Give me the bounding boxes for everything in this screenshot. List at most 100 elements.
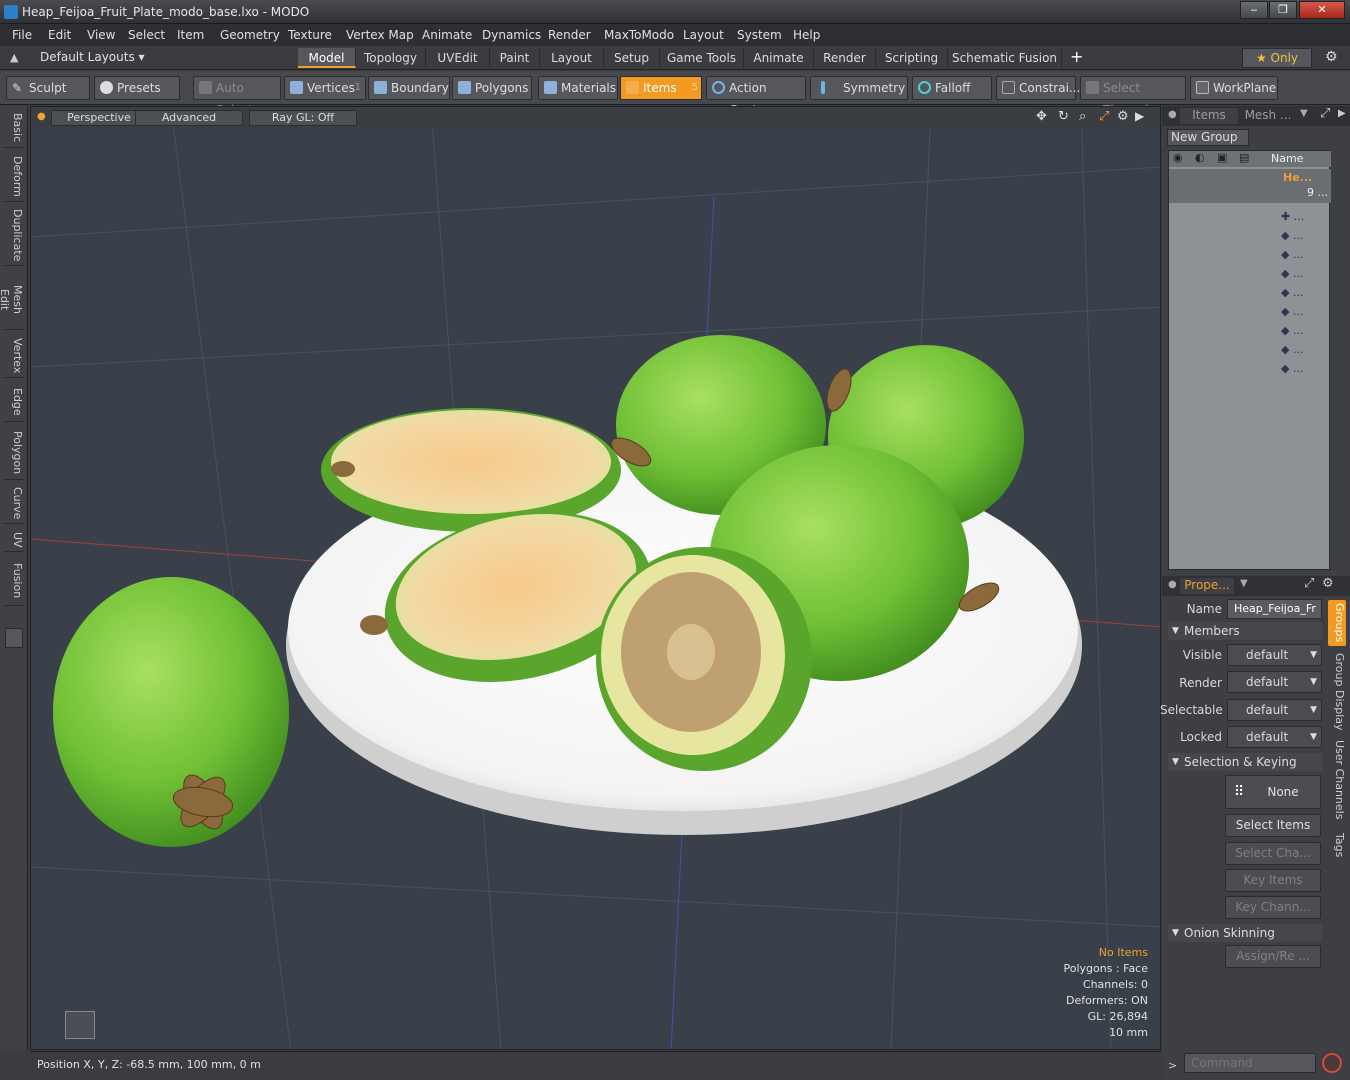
maximize-button[interactable]: ❐ [1269, 1, 1297, 19]
only-button[interactable]: ★ Only [1242, 48, 1312, 68]
menu-vertex-map[interactable]: Vertex Map [346, 28, 414, 42]
panel-arrow-icon[interactable]: ▶ [1338, 108, 1346, 119]
menu-texture[interactable]: Texture [288, 28, 332, 42]
menu-view[interactable]: View [87, 28, 115, 42]
tab-scripting[interactable]: Scripting [876, 48, 948, 68]
3d-viewport[interactable]: ● Perspective Advanced Ray GL: Off ✥ ↻ ⌕… [30, 106, 1161, 1050]
tab-render[interactable]: Render [814, 48, 876, 68]
tab-tags[interactable]: Tags [1328, 828, 1346, 862]
menu-geometry[interactable]: Geometry [220, 28, 280, 42]
tab-paint[interactable]: Paint [490, 48, 540, 68]
properties-gear-icon[interactable]: ⚙ [1322, 576, 1334, 591]
members-section[interactable]: ▼ Members [1168, 622, 1322, 640]
vertices-button[interactable]: Vertices 1 [284, 76, 366, 100]
record-icon[interactable] [1322, 1053, 1342, 1073]
tab-fusion[interactable]: Fusion [4, 556, 24, 606]
tab-groups[interactable]: Groups [1328, 600, 1346, 646]
perspective-dropdown[interactable]: Perspective [51, 110, 147, 126]
list-item[interactable]: ◆ ... [1281, 321, 1304, 340]
tab-items[interactable]: Items [1180, 108, 1238, 124]
tab-edge[interactable]: Edge [4, 382, 24, 422]
render-dropdown[interactable]: default ▼ [1227, 671, 1322, 693]
onion-skinning-section[interactable]: ▼ Onion Skinning [1168, 924, 1322, 942]
materials-button[interactable]: Materials [538, 76, 618, 100]
menu-system[interactable]: System [737, 28, 782, 42]
items-list[interactable]: ◉ ◐ ▣ ▤ Name He... 9 ... ✚ ... ◆ ... ◆ .… [1168, 150, 1331, 570]
tab-duplicate[interactable]: Duplicate [4, 206, 24, 266]
tab-vertex[interactable]: Vertex [4, 334, 24, 378]
menu-select[interactable]: Select [128, 28, 165, 42]
list-item[interactable]: ◆ ... [1281, 340, 1304, 359]
tab-layout[interactable]: Layout [540, 48, 604, 68]
key-channels-button[interactable]: Key Chann... [1225, 896, 1321, 919]
tab-basic[interactable]: Basic [4, 108, 24, 148]
sculpt-button[interactable]: ✎ Sculpt [6, 76, 90, 100]
menu-file[interactable]: File [12, 28, 32, 42]
advanced-dropdown[interactable]: Advanced [135, 110, 243, 126]
menu-layout[interactable]: Layout [683, 28, 724, 42]
new-group-button[interactable]: New Group [1167, 129, 1249, 146]
tab-properties[interactable]: Prope... [1180, 578, 1234, 594]
minimize-button[interactable]: ‒ [1240, 1, 1268, 19]
select-items-button[interactable]: Select Items [1225, 814, 1321, 837]
tab-model[interactable]: Model [298, 48, 356, 68]
menu-animate[interactable]: Animate [422, 28, 472, 42]
tab-mesh-edit[interactable]: Mesh Edit [0, 270, 24, 330]
menu-render[interactable]: Render [548, 28, 591, 42]
raygl-toggle[interactable]: Ray GL: Off [249, 110, 357, 126]
select-through-button[interactable]: Select Through [1080, 76, 1186, 117]
group-row[interactable]: He... 9 ... [1169, 169, 1331, 203]
command-input[interactable] [1184, 1053, 1316, 1073]
menu-maxtomodo[interactable]: MaxToModo [604, 28, 674, 42]
expand-panel-button[interactable] [5, 628, 23, 648]
tab-deform[interactable]: Deform [4, 152, 24, 202]
workplane-button[interactable]: WorkPlane [1190, 76, 1278, 100]
selectable-dropdown[interactable]: default ▼ [1227, 699, 1322, 721]
list-item[interactable]: ◆ ... [1281, 245, 1304, 264]
move-view-icon[interactable]: ✥ [1036, 109, 1047, 124]
zoom-view-icon[interactable]: ⌕ [1079, 109, 1086, 124]
auto-select-button[interactable]: Auto Select [193, 76, 281, 117]
symmetry-button[interactable]: Symmetry [810, 76, 908, 100]
tab-game-tools[interactable]: Game Tools [660, 48, 744, 68]
list-item[interactable]: ◆ ... [1281, 283, 1304, 302]
menu-help[interactable]: Help [793, 28, 820, 42]
tab-uv[interactable]: UV [4, 528, 24, 552]
list-item[interactable]: ◆ ... [1281, 359, 1304, 378]
locked-dropdown[interactable]: default ▼ [1227, 726, 1322, 748]
list-item[interactable]: ◆ ... [1281, 226, 1304, 245]
maximize-view-icon[interactable]: ⤢ [1099, 109, 1109, 124]
add-layout-button[interactable]: + [1070, 47, 1083, 66]
gear-icon[interactable]: ⚙ [1325, 49, 1338, 65]
default-layouts-dropdown[interactable]: Default Layouts ▾ [40, 50, 145, 64]
menu-item[interactable]: Item [177, 28, 204, 42]
expand-icon[interactable]: ⤢ [1320, 106, 1330, 121]
select-channels-button[interactable]: Select Cha... [1225, 842, 1321, 865]
constraints-button[interactable]: Constrai... [996, 76, 1080, 100]
tab-animate[interactable]: Animate [744, 48, 814, 68]
none-button[interactable]: ⠿ None [1225, 775, 1321, 809]
close-button[interactable]: ✕ [1299, 1, 1345, 19]
list-item[interactable]: ✚ ... [1281, 207, 1304, 226]
tab-group-display[interactable]: Group Display [1328, 652, 1346, 732]
name-field[interactable]: Heap_Feijoa_Fr [1227, 599, 1322, 619]
presets-button[interactable]: Presets [94, 76, 180, 100]
tab-mesh[interactable]: Mesh ... [1240, 108, 1296, 124]
key-items-button[interactable]: Key Items [1225, 869, 1321, 892]
tab-setup[interactable]: Setup [604, 48, 660, 68]
menu-edit[interactable]: Edit [48, 28, 71, 42]
collapse-arrow-icon[interactable]: ▲ [10, 51, 18, 64]
falloff-button[interactable]: Falloff [912, 76, 992, 100]
action-center-button[interactable]: Action Center [706, 76, 806, 117]
list-item[interactable]: ◆ ... [1281, 302, 1304, 321]
tab-schematic-fusion[interactable]: Schematic Fusion [948, 48, 1062, 68]
tab-dropdown-icon[interactable]: ▼ [1300, 108, 1308, 119]
tab-topology[interactable]: Topology [356, 48, 426, 68]
tab-uvedit[interactable]: UVEdit [426, 48, 490, 68]
menu-dynamics[interactable]: Dynamics [482, 28, 541, 42]
boundary-button[interactable]: Boundary [368, 76, 450, 100]
visible-dropdown[interactable]: default ▼ [1227, 644, 1322, 666]
tab-user-channels[interactable]: User Channels [1328, 738, 1346, 822]
items-button[interactable]: Items 5 [620, 76, 702, 100]
rotate-view-icon[interactable]: ↻ [1058, 109, 1069, 124]
